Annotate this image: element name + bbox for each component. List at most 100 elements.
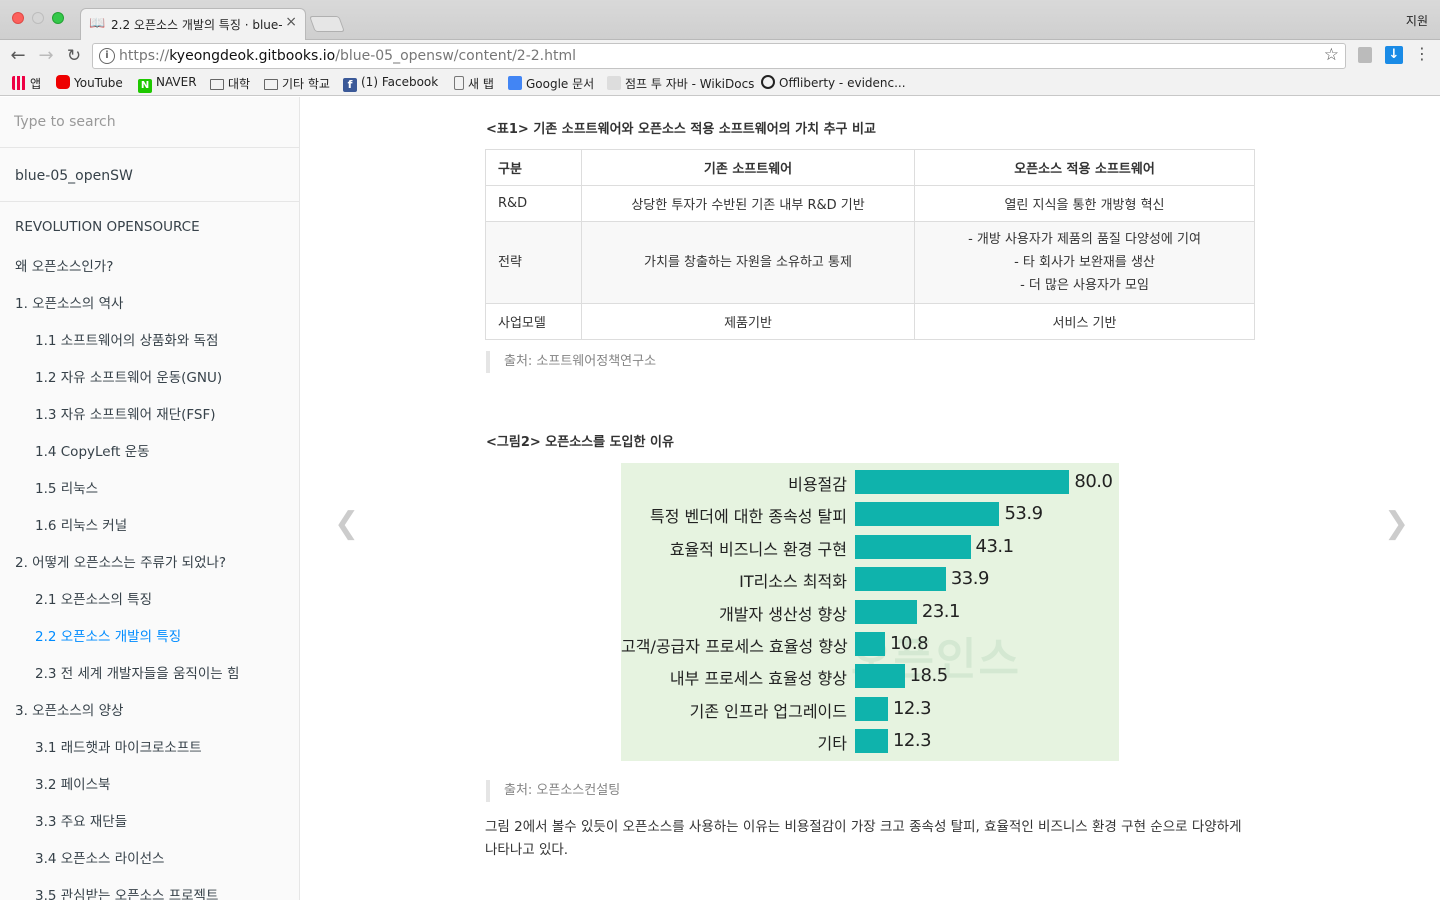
table-source-quote: 출처: 소프트웨어정책연구소 [486, 351, 656, 373]
nav-item-1-1[interactable]: 1.1 소프트웨어의 상품화와 독점 [35, 329, 218, 349]
window-maximize-button[interactable] [52, 12, 64, 24]
window-minimize-button[interactable] [32, 12, 44, 24]
nav-item-why-opensource[interactable]: 왜 오픈소스인가? [15, 255, 113, 275]
bookmark-google-docs[interactable]: Google 문서 [508, 75, 594, 92]
bookmark-wikidocs[interactable]: 점프 투 자바 - WikiDocs [607, 75, 754, 92]
extension-icon[interactable] [1358, 47, 1372, 63]
window-close-button[interactable] [12, 12, 24, 24]
profile-button[interactable]: 지원 [1406, 12, 1428, 29]
nav-item-1-5[interactable]: 1.5 리눅스 [35, 477, 98, 497]
url-scheme: https:// [119, 48, 170, 64]
nav-item-1-4[interactable]: 1.4 CopyLeft 운동 [35, 440, 150, 460]
table-cell: 상당한 투자가 수반된 기존 내부 R&D 기반 [581, 185, 915, 222]
close-icon[interactable]: × [285, 14, 297, 30]
naver-icon: N [138, 79, 152, 93]
bar-category-label: 내부 프로세스 효율성 향상 [669, 669, 847, 689]
bookmark-label: Offliberty - evidenc... [779, 76, 906, 90]
nav-item-chapter-2[interactable]: 2. 어떻게 오픈소스는 주류가 되었나? [15, 551, 226, 571]
bookmark-naver[interactable]: N NAVER [138, 75, 197, 93]
table-row: 전략 가치를 창출하는 자원을 소유하고 통제 - 개방 사용자가 제품의 품질… [485, 221, 1255, 304]
table-cell: 제품기반 [581, 303, 915, 340]
bookmark-youtube[interactable]: YouTube [56, 75, 123, 90]
figure-caption: <그림2> 오픈소스를 도입한 이유 [486, 435, 674, 450]
bar [855, 729, 888, 754]
bookmark-label: 앱 [30, 77, 42, 91]
previous-page-arrow-icon[interactable]: ❮ [334, 506, 359, 541]
book-sidebar: blue-05_openSW REVOLUTION OPENSOURCE 왜 오… [0, 97, 300, 900]
table-cell: 가치를 창출하는 자원을 소유하고 통제 [581, 221, 915, 304]
download-extension-icon[interactable]: ↓ [1385, 46, 1403, 64]
nav-item-chapter-1[interactable]: 1. 오픈소스의 역사 [15, 292, 123, 312]
bar [855, 502, 1000, 527]
bar [855, 696, 888, 721]
bookmark-apps[interactable]: 앱 [12, 75, 41, 92]
address-bar[interactable]: i https://kyeongdeok.gitbooks.io/blue-05… [92, 43, 1346, 69]
bookmark-offliberty[interactable]: Offliberty - evidenc... [761, 75, 906, 90]
url-path: /blue-05_opensw/content/2-2.html [335, 48, 577, 64]
nav-item-1-3[interactable]: 1.3 자유 소프트웨어 재단(FSF) [35, 403, 216, 423]
search-input[interactable] [14, 114, 284, 130]
table-cell: - 개방 사용자가 제품의 품질 다양성에 기여 - 타 회사가 보완재를 생산… [914, 221, 1255, 304]
reload-button[interactable]: ↻ [62, 44, 86, 68]
nav-item-3-1[interactable]: 3.1 래드햇과 마이크로소프트 [35, 736, 202, 756]
bar-value-label: 18.5 [909, 665, 949, 687]
nav-item-3-2[interactable]: 3.2 페이스북 [35, 773, 110, 793]
bookmark-label: 대학 [228, 77, 251, 91]
table-cell: 서비스 기반 [914, 303, 1255, 340]
nav-item-2-1[interactable]: 2.1 오픈소스의 특징 [35, 588, 152, 608]
table-header-row: 구분 기존 소프트웨어 오픈소스 적용 소프트웨어 [485, 149, 1255, 186]
bar-category-label: 고객/공급자 프로세스 효율성 향상 [621, 637, 848, 656]
bookmark-label: NAVER [156, 75, 197, 89]
nav-item-1-2[interactable]: 1.2 자유 소프트웨어 운동(GNU) [35, 366, 222, 386]
wikidocs-icon [607, 76, 621, 90]
facebook-icon: f [343, 78, 357, 92]
search-box [0, 97, 299, 148]
nav-item-3-4[interactable]: 3.4 오픈소스 라이선스 [35, 847, 164, 867]
bar [855, 632, 885, 656]
bookmark-newtab[interactable]: 새 탭 [454, 75, 494, 92]
bar-category-label: 효율적 비즈니스 환경 구현 [669, 539, 847, 559]
book-icon: 📖 [89, 16, 106, 31]
nav-item-2-3[interactable]: 2.3 전 세계 개발자들을 움직이는 힘 [35, 662, 239, 682]
folder-icon [264, 79, 278, 90]
back-button[interactable]: ← [6, 44, 30, 68]
bar-value-label: 23.1 [921, 600, 961, 622]
nav-item-chapter-3[interactable]: 3. 오픈소스의 양상 [15, 699, 123, 719]
bookmark-facebook[interactable]: f (1) Facebook [343, 75, 438, 92]
offliberty-icon [761, 75, 775, 89]
bar-chart: 오픈인스 비용절감 80.0 특정 벤더에 대한 종속성 탈피 53.9 효율적 비즈니… [621, 463, 1119, 761]
nav-item-revolution-opensource[interactable]: REVOLUTION OPENSOURCE [15, 219, 200, 235]
bar-value-label: 12.3 [892, 697, 932, 719]
bar-category-label: 특정 벤더에 대한 종속성 탈피 [650, 507, 847, 527]
tab-title: 2.2 오픈소스 개발의 특징 · blue-05_openSW [111, 18, 283, 32]
table-cell: R&D [485, 185, 582, 222]
table-row: 사업모델 제품기반 서비스 기반 [485, 303, 1255, 340]
book-title-link[interactable]: blue-05_openSW [15, 168, 133, 184]
browser-tab-active[interactable]: 📖 2.2 오픈소스 개발의 특징 · blue-05_openSW × [80, 8, 306, 40]
more-menu-icon[interactable]: ⋮ [1414, 44, 1430, 63]
bar-category-label: 개발자 생산성 향상 [719, 604, 847, 624]
nav-item-1-6[interactable]: 1.6 리눅스 커널 [35, 514, 127, 534]
table-cell: 열린 지식을 통한 개방형 혁신 [914, 185, 1255, 222]
star-icon[interactable]: ☆ [1324, 45, 1339, 65]
bookmark-label: 기타 학교 [282, 77, 330, 91]
nav-item-2-2-active[interactable]: 2.2 오픈소스 개발의 특징 [35, 625, 181, 645]
nav-item-3-5[interactable]: 3.5 관심받는 오픈소스 프로젝트 [35, 884, 218, 900]
youtube-icon [56, 75, 70, 89]
google-docs-icon [508, 76, 522, 90]
bar-value-label: 12.3 [892, 730, 932, 752]
next-page-arrow-icon[interactable]: ❯ [1384, 506, 1409, 541]
forward-button[interactable]: → [34, 44, 58, 68]
table-caption: <표1> 기존 소프트웨어와 오픈소스 적용 소프트웨어의 가치 추구 비교 [486, 122, 876, 137]
bar-value-label: 33.9 [950, 568, 990, 590]
bookmark-folder-school[interactable]: 기타 학교 [264, 75, 330, 92]
new-tab-button[interactable] [309, 16, 345, 32]
url-text[interactable]: https://kyeongdeok.gitbooks.io/blue-05_o… [119, 48, 576, 64]
page-icon [454, 76, 464, 90]
bookmark-folder-univ[interactable]: 대학 [210, 75, 250, 92]
bar-category-label: 비용절감 [788, 475, 847, 494]
figure-source-quote: 출처: 오픈소스컨설팅 [486, 780, 620, 802]
info-icon[interactable]: i [99, 48, 115, 64]
nav-item-3-3[interactable]: 3.3 주요 재단들 [35, 810, 127, 830]
bar [855, 664, 905, 689]
